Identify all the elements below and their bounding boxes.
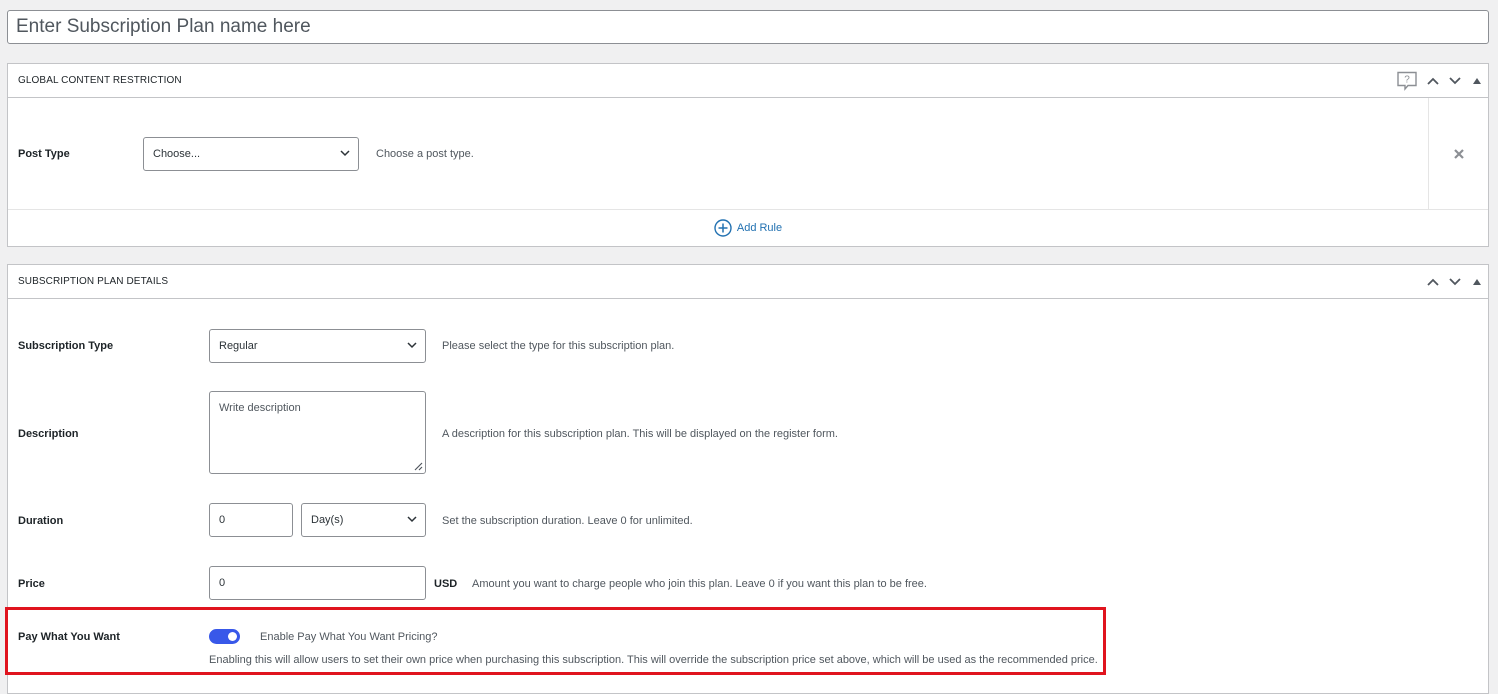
global-content-restriction-panel: GLOBAL CONTENT RESTRICTION ? Post Type C…	[7, 63, 1489, 247]
duration-input[interactable]: 0	[209, 503, 293, 537]
description-hint: A description for this subscription plan…	[442, 428, 838, 440]
price-input[interactable]: 0	[209, 566, 426, 600]
subscription-plan-name-input[interactable]	[7, 10, 1489, 44]
price-label: Price	[18, 578, 45, 590]
duration-unit-value: Day(s)	[311, 514, 344, 526]
pay-what-you-want-toggle[interactable]	[209, 629, 240, 644]
chevron-down-icon[interactable]	[1444, 265, 1466, 299]
price-hint: Amount you want to charge people who joi…	[472, 578, 927, 590]
pay-what-you-want-label: Pay What You Want	[18, 631, 120, 643]
panel-title: GLOBAL CONTENT RESTRICTION	[18, 75, 182, 86]
description-textarea[interactable]: Write description	[209, 391, 426, 474]
panel-header: SUBSCRIPTION PLAN DETAILS	[8, 265, 1488, 299]
panel-actions	[1422, 265, 1488, 298]
description-placeholder: Write description	[219, 402, 301, 414]
panel-title: SUBSCRIPTION PLAN DETAILS	[18, 276, 169, 287]
chevron-up-icon[interactable]	[1422, 265, 1444, 299]
collapse-toggle-icon[interactable]	[1466, 64, 1488, 98]
svg-text:?: ?	[1404, 74, 1410, 85]
subscription-type-hint: Please select the type for this subscrip…	[442, 340, 675, 352]
price-value: 0	[219, 577, 226, 589]
chevron-up-icon[interactable]	[1422, 64, 1444, 98]
duration-unit-select[interactable]: Day(s)	[301, 503, 426, 537]
panel-actions: ?	[1392, 64, 1488, 97]
add-rule-label: Add Rule	[736, 222, 783, 234]
subscription-type-value: Regular	[219, 340, 258, 352]
description-label: Description	[18, 428, 79, 440]
chevron-down-icon	[407, 342, 417, 349]
chevron-down-icon	[340, 150, 350, 157]
duration-hint: Set the subscription duration. Leave 0 f…	[442, 515, 693, 527]
post-type-select-value: Choose...	[153, 148, 201, 160]
pay-what-you-want-hint: Enabling this will allow users to set th…	[209, 654, 1098, 666]
subscription-type-select[interactable]: Regular	[209, 329, 426, 363]
chevron-down-icon[interactable]	[1444, 64, 1466, 98]
duration-value: 0	[219, 514, 226, 526]
post-type-label: Post Type	[18, 148, 70, 160]
subscription-plan-details-panel: SUBSCRIPTION PLAN DETAILS Subscription T…	[7, 264, 1489, 694]
duration-label: Duration	[18, 515, 64, 527]
collapse-toggle-icon[interactable]	[1466, 265, 1488, 299]
remove-rule-button[interactable]	[1428, 98, 1488, 210]
panel-header: GLOBAL CONTENT RESTRICTION ?	[8, 64, 1488, 98]
add-rule-button[interactable]: Add Rule	[8, 210, 1488, 246]
content-rule-row: Post Type Choose... Choose a post type.	[8, 98, 1488, 210]
resize-handle-icon[interactable]	[414, 462, 423, 471]
toggle-knob	[228, 632, 237, 641]
post-type-select[interactable]: Choose...	[143, 137, 359, 171]
chevron-down-icon	[407, 516, 417, 523]
help-icon[interactable]: ?	[1392, 64, 1422, 98]
plus-circle-icon	[714, 219, 732, 237]
pay-what-you-want-toggle-label: Enable Pay What You Want Pricing?	[260, 631, 438, 643]
close-icon	[1453, 149, 1464, 159]
subscription-type-label: Subscription Type	[18, 340, 114, 352]
post-type-hint: Choose a post type.	[376, 148, 474, 160]
price-currency: USD	[434, 578, 458, 590]
